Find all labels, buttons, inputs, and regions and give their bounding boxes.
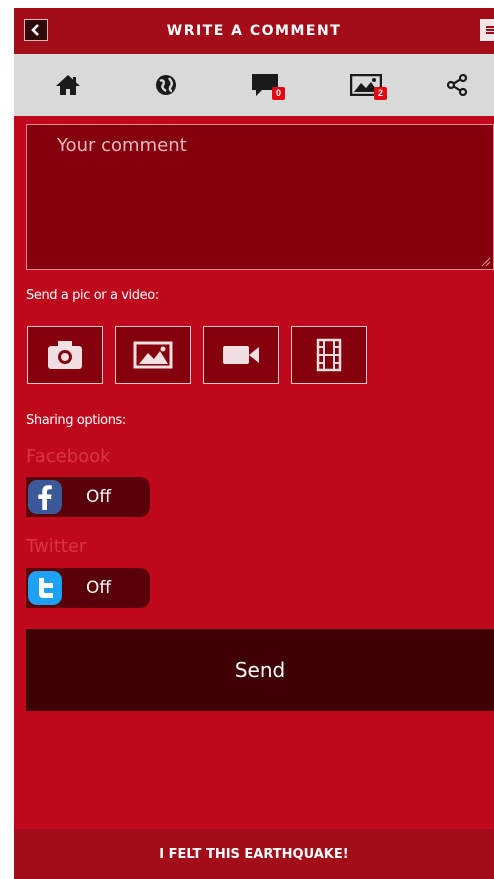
- header-bar: WRITE A COMMENT: [14, 8, 494, 54]
- nav-bar: 0 2: [14, 54, 494, 116]
- comment-textarea[interactable]: Your comment: [26, 124, 494, 270]
- camera-icon: [48, 341, 82, 369]
- facebook-icon: [28, 480, 62, 514]
- page-title: WRITE A COMMENT: [166, 23, 342, 39]
- facebook-toggle[interactable]: Off: [26, 477, 150, 517]
- felt-earthquake-button[interactable]: I FELT THIS EARTHQUAKE!: [14, 829, 494, 879]
- sharing-label: Sharing options:: [26, 413, 126, 428]
- resize-grip-icon[interactable]: [481, 257, 491, 267]
- image-icon: [133, 341, 173, 369]
- twitter-toggle[interactable]: Off: [26, 568, 150, 608]
- nav-share[interactable]: [442, 70, 472, 100]
- choose-image-button[interactable]: [115, 326, 191, 384]
- nav-photos[interactable]: 2: [340, 70, 392, 100]
- nav-globe[interactable]: [150, 70, 182, 100]
- film-icon: [316, 338, 342, 372]
- twitter-icon: [28, 571, 62, 605]
- send-button[interactable]: Send: [26, 629, 494, 711]
- record-video-button[interactable]: [203, 326, 279, 384]
- share-icon: [446, 74, 468, 96]
- menu-button[interactable]: [480, 19, 494, 41]
- twitter-label: Twitter: [26, 536, 87, 557]
- take-photo-button[interactable]: [27, 326, 103, 384]
- video-camera-icon: [223, 346, 259, 364]
- app-screen: WRITE A COMMENT 0 2 Your comment Send a …: [14, 8, 494, 879]
- hamburger-icon: [486, 26, 494, 34]
- media-label: Send a pic or a video:: [26, 288, 159, 303]
- nav-comments[interactable]: 0: [240, 70, 290, 100]
- facebook-toggle-state: Off: [86, 487, 112, 507]
- home-icon: [56, 75, 80, 95]
- twitter-toggle-state: Off: [86, 578, 112, 598]
- nav-home[interactable]: [52, 70, 84, 100]
- photos-count-badge: 2: [374, 87, 387, 100]
- comment-placeholder: Your comment: [57, 135, 187, 156]
- facebook-label: Facebook: [26, 446, 111, 467]
- choose-video-button[interactable]: [291, 326, 367, 384]
- globe-icon: [156, 75, 176, 95]
- comments-count-badge: 0: [272, 87, 285, 100]
